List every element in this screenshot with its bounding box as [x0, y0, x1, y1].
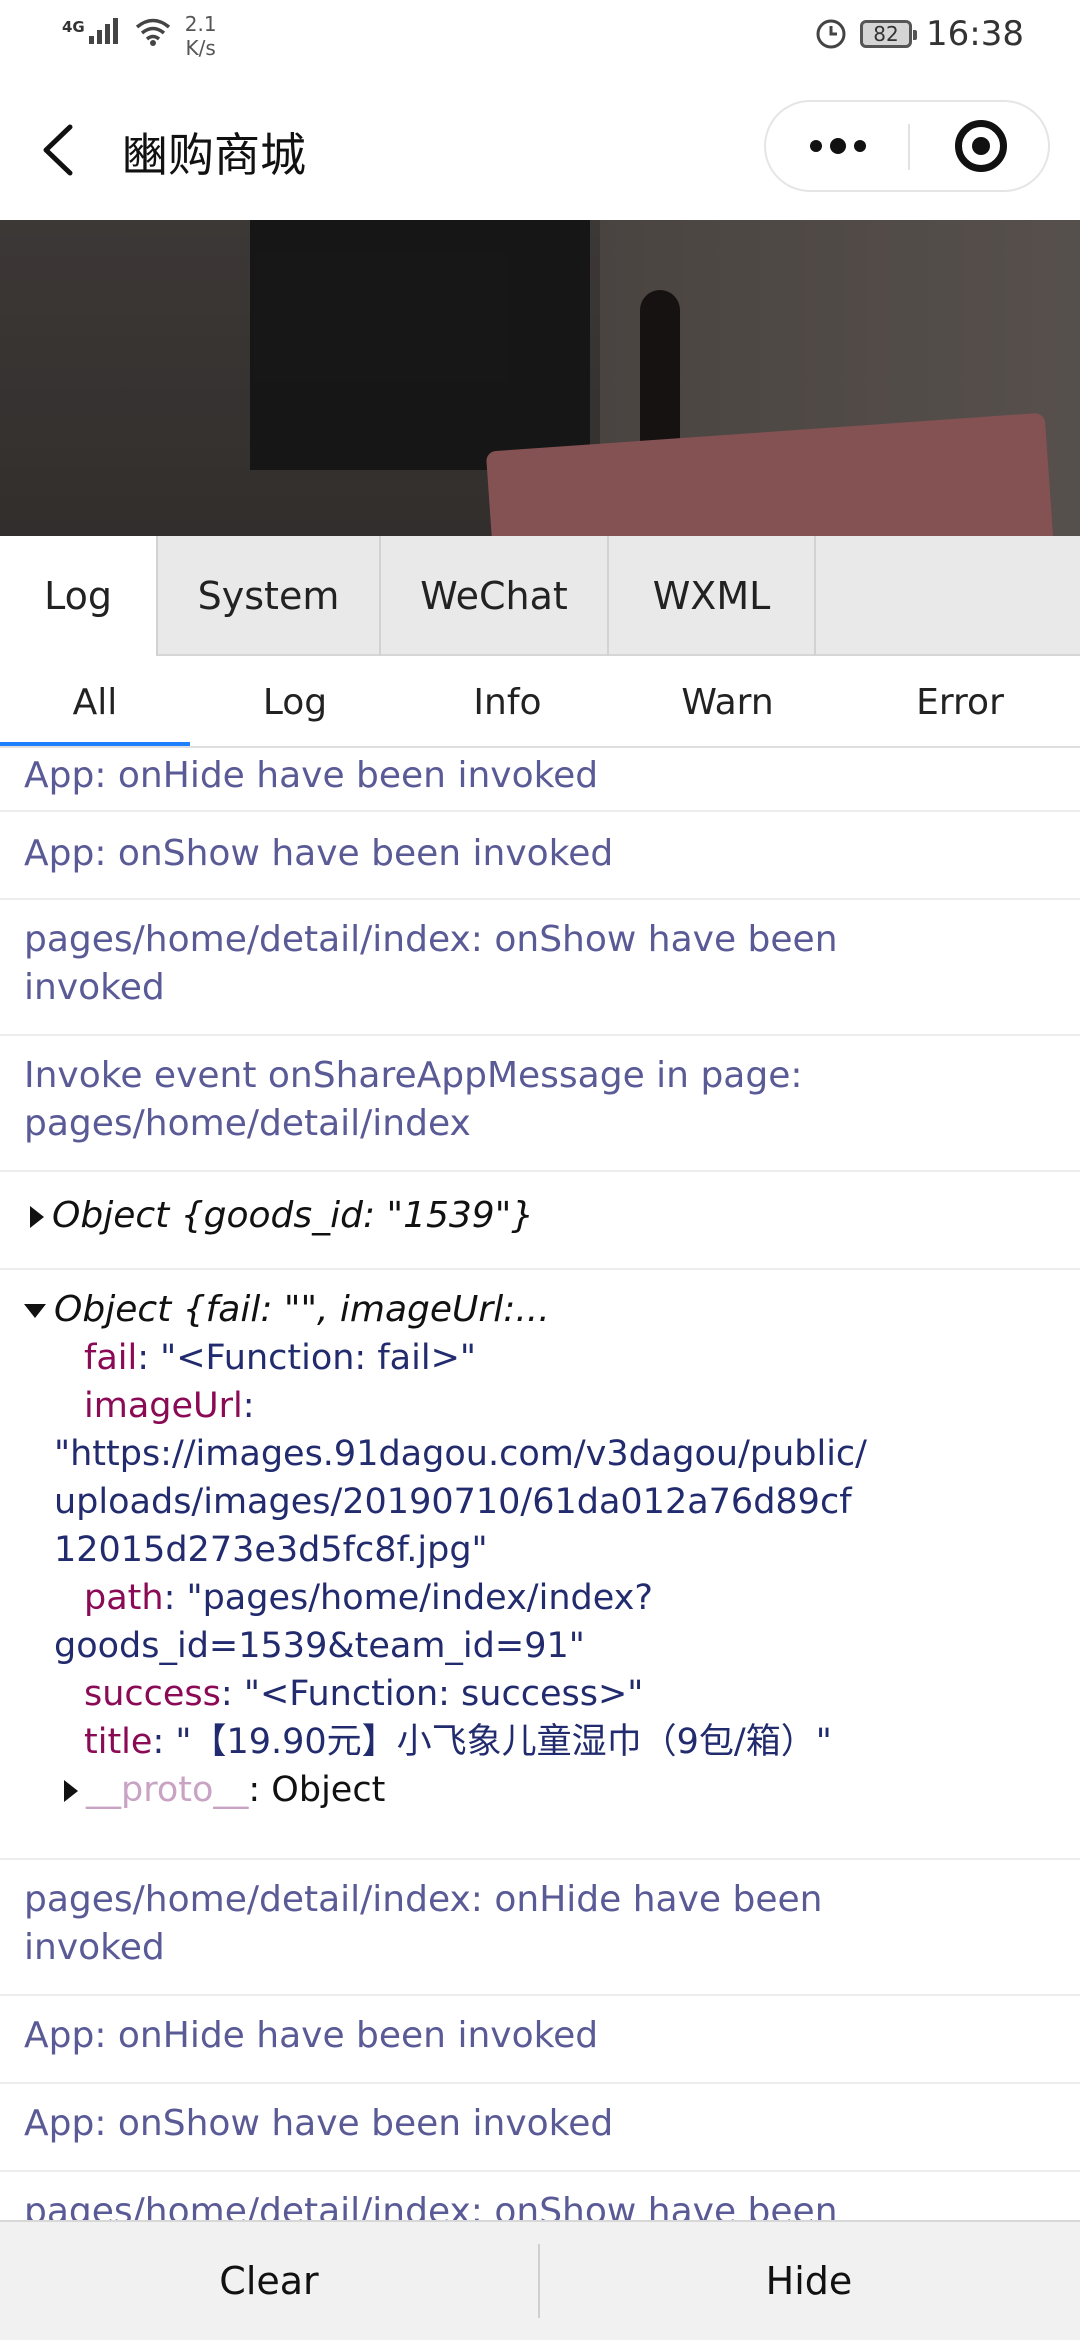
network-speed: 2.1 K/s [184, 12, 217, 60]
alarm-clock-icon [816, 19, 846, 49]
active-filter-indicator [0, 742, 190, 746]
log-entry: pages/home/detail/index: onHide have bee… [0, 1860, 1080, 1996]
target-icon [954, 120, 1007, 172]
hero-image [0, 220, 1080, 536]
object-properties: fail: "<Function: fail>" imageUrl: "http… [0, 1334, 1080, 1814]
log-entry: App: onShow have been invoked [0, 2084, 1080, 2172]
tab-system[interactable]: System [158, 536, 381, 656]
expand-icon[interactable] [64, 1780, 78, 1802]
clear-button[interactable]: Clear [0, 2222, 538, 2340]
log-entry-object[interactable]: Object {goods_id: "1539"} [0, 1172, 1080, 1270]
page-title: 豳购商城 [122, 128, 306, 182]
log-entry: App: onShow have been invoked [0, 812, 1080, 900]
log-filters: All Log Info Warn Error [0, 656, 1080, 748]
close-miniprogram-button[interactable] [909, 102, 1052, 190]
network-type: 4G [62, 18, 85, 36]
menu-capsule [764, 100, 1050, 192]
filter-log[interactable]: Log [190, 656, 400, 748]
tab-wxml[interactable]: WXML [609, 536, 816, 656]
vconsole-tabs: Log System WeChat WXML [0, 536, 1080, 656]
log-entry: pages/home/detail/index: onShow have bee… [0, 900, 1080, 1036]
filter-info[interactable]: Info [400, 656, 615, 748]
log-entry-object-expanded[interactable]: Object {fail: "", imageUrl:... fail: "<F… [0, 1270, 1080, 1860]
proto-entry[interactable]: __proto__: Object [0, 1766, 1080, 1814]
wifi-icon [135, 18, 170, 46]
expand-icon[interactable] [30, 1206, 44, 1228]
back-icon[interactable] [30, 115, 90, 185]
signal-icon [88, 12, 121, 44]
status-left: 4G 2.1 K/s [62, 12, 217, 60]
filter-all[interactable]: All [0, 656, 190, 748]
tab-log[interactable]: Log [0, 536, 158, 656]
more-options-button[interactable] [766, 102, 909, 190]
tab-wechat[interactable]: WeChat [381, 536, 609, 656]
status-bar: 4G 2.1 K/s 82 16:38 [0, 0, 1080, 75]
clock: 16:38 [926, 14, 1024, 54]
filter-warn[interactable]: Warn [615, 656, 840, 748]
log-entry: App: onHide have been invoked [0, 748, 1080, 812]
more-icon [809, 140, 822, 152]
collapse-icon[interactable] [24, 1304, 46, 1318]
log-entry: App: onHide have been invoked [0, 1996, 1080, 2084]
nav-bar: 豳购商城 [0, 75, 1080, 220]
vconsole-toolbar: Clear Hide [0, 2220, 1080, 2340]
status-right: 82 16:38 [814, 14, 1024, 54]
filter-error[interactable]: Error [840, 656, 1080, 748]
battery-icon: 82 [860, 20, 918, 48]
hide-button[interactable]: Hide [540, 2222, 1078, 2340]
log-entry: pages/home/detail/index: onShow have bee… [24, 2191, 838, 2220]
log-entry: Invoke event onShareAppMessage in page: … [0, 1036, 1080, 1172]
battery-level: 82 [873, 22, 899, 46]
log-list[interactable]: App: onHide have been invoked App: onSho… [0, 748, 1080, 2220]
